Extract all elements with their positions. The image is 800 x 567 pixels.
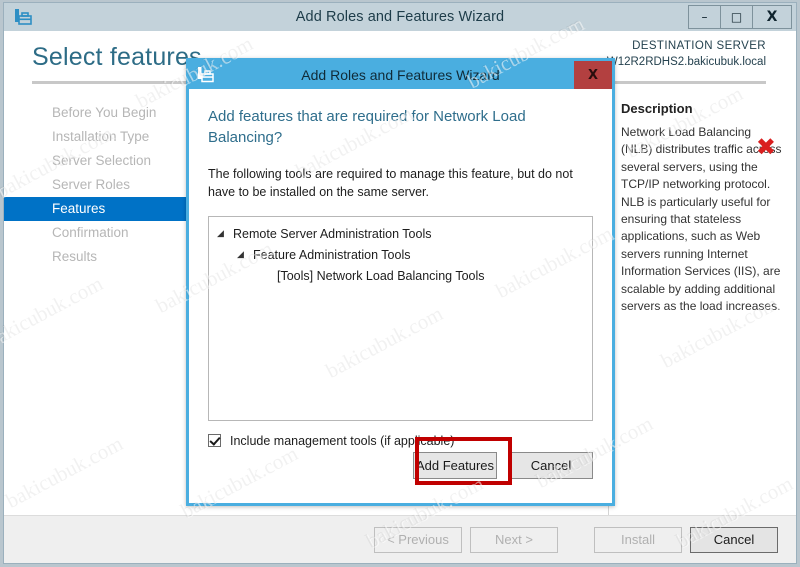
include-management-tools-label: Include management tools (if applicable) (230, 433, 455, 448)
tree-node-label: Remote Server Administration Tools (233, 226, 432, 241)
window-controls: – □ X (688, 5, 792, 29)
install-button[interactable]: Install (594, 526, 682, 553)
dialog-heading: Add features that are required for Netwo… (208, 108, 526, 146)
tree-node-label: [Tools] Network Load Balancing Tools (277, 268, 485, 283)
red-x-annotation-icon: ✖ (755, 133, 776, 161)
main-window-titlebar: Add Roles and Features Wizard – □ X (4, 3, 796, 31)
page-title: Select features (32, 43, 202, 71)
dialog-body: Add features that are required for Netwo… (189, 89, 612, 503)
sidebar-item-results[interactable]: Results (4, 245, 194, 269)
sidebar-item-features[interactable]: Features (4, 197, 194, 221)
wizard-footer: < Previous Next > Install Cancel (4, 515, 796, 563)
sidebar-item-confirmation[interactable]: Confirmation (4, 221, 194, 245)
tree-node-network-load-balancing-tools[interactable]: [Tools] Network Load Balancing Tools (215, 266, 586, 287)
add-features-dialog: Add Roles and Features Wizard X Add feat… (186, 58, 615, 506)
required-tools-tree[interactable]: ◢ Remote Server Administration Tools ◢ F… (208, 215, 593, 421)
description-pane: Description Network Load Balancing (NLB)… (608, 93, 796, 515)
dialog-subtext: The following tools are required to mana… (208, 167, 573, 200)
destination-server-name: W12R2RDHS2.bakicubuk.local (606, 55, 766, 68)
tree-node-remote-server-administration-tools[interactable]: ◢ Remote Server Administration Tools (215, 224, 586, 245)
previous-button[interactable]: < Previous (374, 526, 462, 553)
chevron-expanded-icon[interactable]: ◢ (217, 224, 233, 245)
dialog-close-button[interactable]: X (574, 61, 612, 89)
sidebar-item-server-roles[interactable]: Server Roles (4, 173, 194, 197)
screenshot-root: Add Roles and Features Wizard – □ X Sele… (0, 0, 800, 567)
wizard-step-nav: Before You Begin Installation Type Serve… (4, 93, 194, 515)
sidebar-item-before-you-begin[interactable]: Before You Begin (4, 101, 194, 125)
close-button[interactable]: X (753, 6, 791, 28)
dialog-titlebar: Add Roles and Features Wizard X (189, 61, 612, 89)
include-management-tools-checkbox[interactable] (208, 434, 221, 448)
add-features-button[interactable]: Add Features (413, 452, 497, 479)
dialog-button-row: Add Features Cancel (208, 452, 593, 479)
chevron-expanded-icon[interactable]: ◢ (237, 245, 253, 266)
dialog-cancel-button[interactable]: Cancel (509, 452, 593, 479)
description-heading: Description (621, 101, 693, 116)
destination-server-label: DESTINATION SERVER (632, 40, 766, 52)
next-button[interactable]: Next > (470, 526, 558, 553)
sidebar-item-installation-type[interactable]: Installation Type (4, 125, 194, 149)
dialog-title: Add Roles and Features Wizard (301, 67, 500, 83)
tree-node-feature-administration-tools[interactable]: ◢ Feature Administration Tools (215, 245, 586, 266)
main-window-title: Add Roles and Features Wizard (295, 9, 505, 25)
destination-server-block: DESTINATION SERVER W12R2RDHS2.bakicubuk.… (607, 39, 766, 70)
cancel-button[interactable]: Cancel (690, 526, 778, 553)
maximize-button[interactable]: □ (721, 6, 753, 28)
tree-node-label: Feature Administration Tools (253, 247, 411, 262)
sidebar-item-server-selection[interactable]: Server Selection (4, 149, 194, 173)
minimize-button[interactable]: – (689, 6, 721, 28)
include-management-tools-row[interactable]: Include management tools (if applicable) (208, 434, 593, 448)
